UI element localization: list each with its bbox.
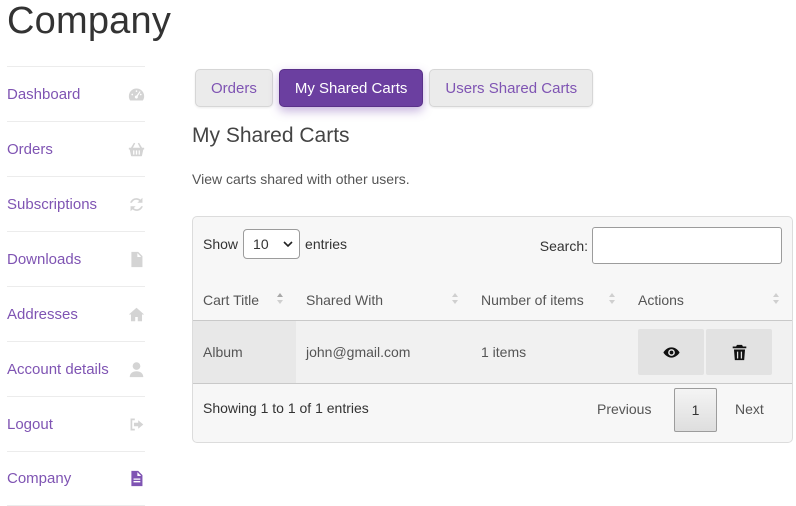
tab-orders[interactable]: Orders	[195, 69, 273, 107]
entries-select-value: 10	[253, 236, 269, 252]
pagination-previous[interactable]: Previous	[597, 401, 651, 417]
sidebar-item-label: Addresses	[7, 305, 78, 323]
sidebar-item-label: Account details	[7, 360, 109, 378]
sidebar-item-downloads[interactable]: Downloads	[7, 231, 145, 286]
sidebar-item-subscriptions[interactable]: Subscriptions	[7, 176, 145, 231]
eye-icon	[662, 346, 680, 358]
entries-length-control: Show 10 entries	[203, 229, 347, 259]
trash-icon	[732, 344, 746, 360]
search-input[interactable]	[592, 227, 782, 264]
sidebar-item-label: Dashboard	[7, 85, 81, 103]
column-header-shared-with[interactable]: Shared With	[306, 279, 383, 321]
account-sidebar: Dashboard Orders Subscriptions Downloads…	[7, 66, 145, 506]
sidebar-item-label: Company	[7, 470, 72, 487]
show-label: Show	[203, 236, 239, 252]
sort-icon	[277, 293, 283, 307]
page-title: Company	[7, 0, 172, 42]
sidebar-item-label: Subscriptions	[7, 195, 98, 213]
cell-shared-with: john@gmail.com	[306, 344, 411, 360]
cell-number-of-items: 1 items	[481, 344, 527, 360]
sidebar-item-label: Logout	[7, 415, 53, 433]
sidebar-item-account-details[interactable]: Account details	[7, 341, 145, 396]
sidebar-item-orders[interactable]: Orders	[7, 121, 145, 176]
table-info: Showing 1 to 1 of 1 entries	[203, 400, 369, 416]
cell-cart-title: Album	[203, 344, 243, 360]
sidebar-item-label: Downloads	[7, 250, 82, 268]
cart-tabs: Orders My Shared Carts Users Shared Cart…	[195, 69, 594, 107]
sidebar-item-addresses[interactable]: Addresses	[7, 286, 145, 341]
column-header-cart-title[interactable]: Cart Title	[203, 279, 259, 321]
section-title: My Shared Carts	[192, 124, 350, 147]
user-icon	[127, 360, 145, 378]
search-label: Search:	[539, 237, 588, 254]
column-header-number-of-items[interactable]: Number of items	[481, 279, 584, 321]
sidebar-item-company[interactable]: Company	[7, 451, 145, 506]
basket-icon	[127, 140, 145, 158]
tab-my-shared-carts[interactable]: My Shared Carts	[278, 69, 424, 107]
entries-select[interactable]: 10	[243, 229, 301, 259]
tab-users-shared-carts[interactable]: Users Shared Carts	[429, 69, 594, 107]
sidebar-item-dashboard[interactable]: Dashboard	[7, 66, 145, 121]
refresh-icon	[127, 195, 145, 213]
table-row: Album john@gmail.com 1 items	[193, 321, 792, 384]
table-header: Cart Title Shared With Number of items A…	[193, 279, 792, 321]
sort-icon	[452, 293, 458, 307]
pagination-next[interactable]: Next	[735, 401, 764, 417]
pagination-page-1[interactable]: 1	[674, 388, 717, 432]
shared-carts-table: Show 10 entries Search: Cart Title Share…	[192, 216, 793, 443]
file-icon	[127, 250, 145, 268]
sign-out-icon	[127, 415, 145, 433]
document-icon	[127, 470, 145, 488]
sort-icon	[773, 293, 779, 307]
dashboard-icon	[127, 85, 145, 103]
table-search: Search:	[540, 227, 782, 264]
view-cart-button[interactable]	[638, 329, 704, 375]
chevron-down-icon	[283, 241, 293, 248]
sidebar-item-label: Orders	[7, 140, 53, 158]
sort-icon	[609, 293, 615, 307]
column-header-actions[interactable]: Actions	[638, 279, 684, 321]
home-icon	[127, 305, 145, 323]
delete-cart-button[interactable]	[706, 329, 772, 375]
sidebar-item-logout[interactable]: Logout	[7, 396, 145, 451]
section-description: View carts shared with other users.	[192, 171, 410, 187]
entries-label: entries	[305, 236, 348, 252]
